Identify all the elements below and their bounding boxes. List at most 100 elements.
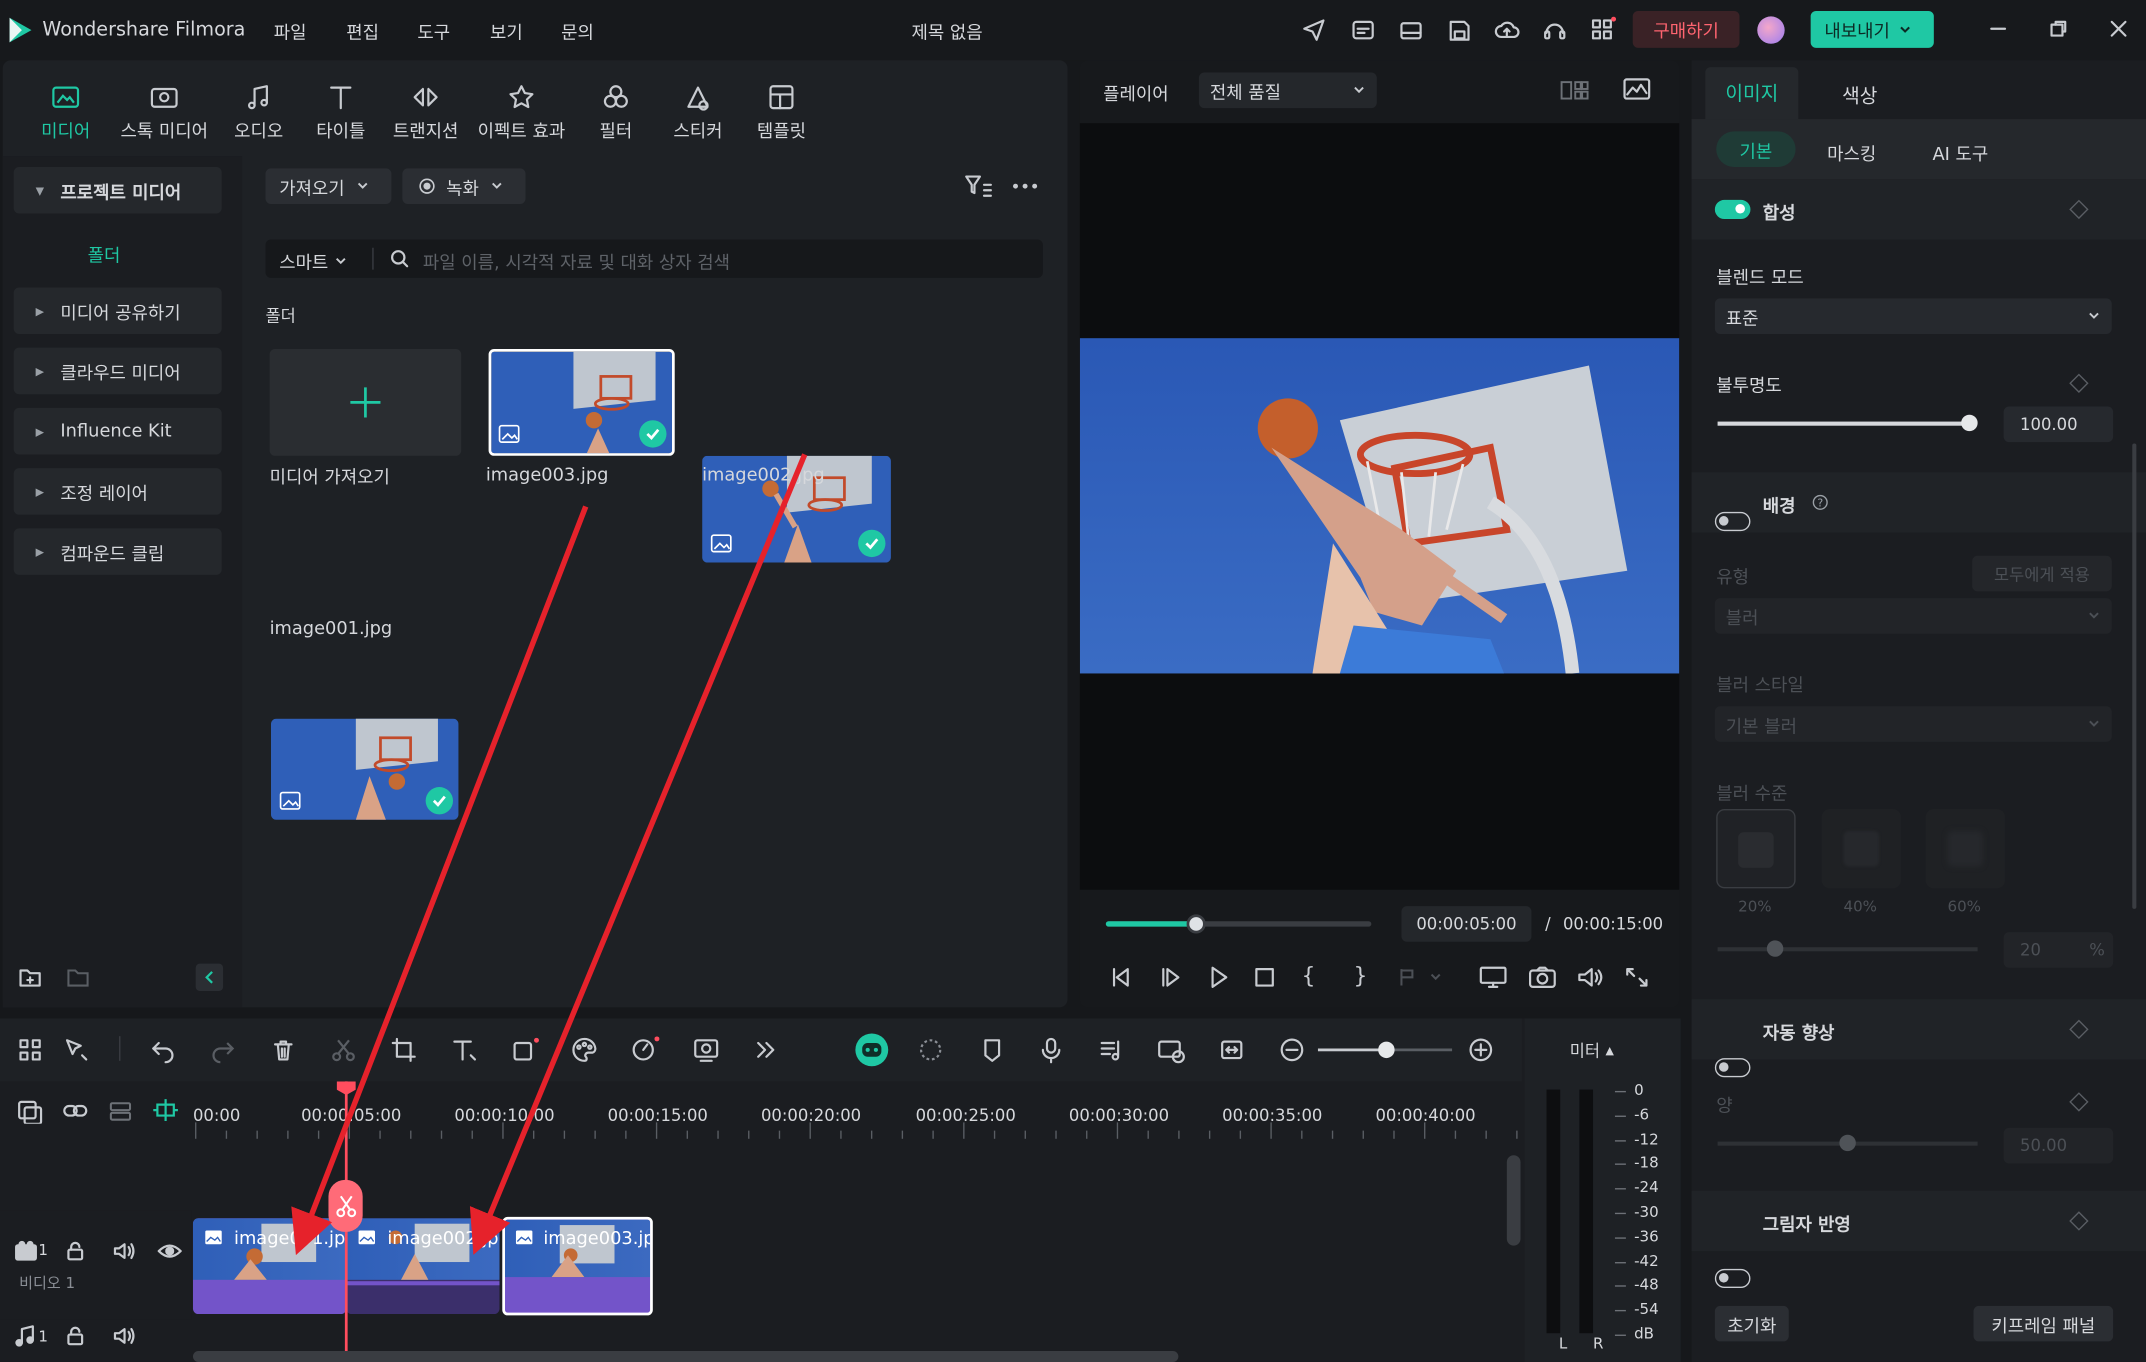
- opacity-slider[interactable]: [1717, 414, 1978, 432]
- timeline-ruler[interactable]: 00:00 00:00:05:00 00:00:10:00 00:00:15:0…: [193, 1081, 1522, 1139]
- close-icon[interactable]: [2108, 18, 2130, 40]
- volume-icon[interactable]: [1575, 965, 1605, 990]
- ai-speed-icon[interactable]: [630, 1036, 660, 1063]
- tab-image[interactable]: 이미지: [1705, 67, 1799, 120]
- sidebar-item-cloud-media[interactable]: ▶ 클라우드 미디어: [13, 347, 222, 395]
- sidebar-item-adjustment-layer[interactable]: ▶ 조정 레이어: [13, 468, 222, 515]
- crop-icon[interactable]: [390, 1036, 417, 1063]
- snap-magnet-icon[interactable]: [152, 1096, 179, 1123]
- tab-titles[interactable]: 타이틀: [304, 82, 378, 142]
- text-tool-icon[interactable]: [450, 1036, 480, 1063]
- more-tools-chevrons-icon[interactable]: [753, 1036, 778, 1063]
- help-circle-icon[interactable]: ?: [1812, 494, 1828, 510]
- marker-shield-icon[interactable]: [979, 1036, 1006, 1063]
- timeline-clip-image003[interactable]: image003.jpg: [502, 1216, 653, 1316]
- sidebar-item-influence-kit[interactable]: ▶ Influence Kit: [13, 407, 222, 455]
- layout-icon[interactable]: [1397, 16, 1424, 43]
- menu-help[interactable]: 문의: [561, 18, 594, 44]
- previous-frame-icon[interactable]: [1107, 965, 1134, 990]
- play-icon[interactable]: [1204, 965, 1231, 990]
- snapshot-camera-icon[interactable]: [1527, 965, 1557, 990]
- restore-icon[interactable]: [2047, 18, 2069, 40]
- playback-progress-handle[interactable]: [1186, 914, 1206, 934]
- keyframe-diamond-icon[interactable]: [2069, 373, 2089, 393]
- avatar[interactable]: [1757, 16, 1785, 44]
- tab-stock-media[interactable]: 스톡 미디어: [109, 82, 218, 142]
- audio-list-icon[interactable]: [1098, 1036, 1125, 1063]
- quality-dropdown[interactable]: 전체 품질: [1198, 72, 1377, 109]
- playback-progress-track[interactable]: [1105, 914, 1372, 934]
- sidebar-item-folder[interactable]: 폴더: [88, 241, 121, 267]
- composite-toggle[interactable]: [1714, 199, 1751, 220]
- export-button[interactable]: 내보내기: [1810, 10, 1934, 48]
- inspector-scrollbar[interactable]: [2132, 443, 2137, 909]
- shape-tool-icon[interactable]: [510, 1036, 540, 1063]
- media-thumbnail-image003[interactable]: [488, 349, 675, 456]
- search-input[interactable]: 파일 이름, 시각적 자료 및 대화 상자 검색: [423, 248, 730, 274]
- link-icon[interactable]: [62, 1099, 89, 1124]
- tab-filters[interactable]: 필터: [586, 82, 646, 142]
- timeline-vertical-scrollbar[interactable]: [1506, 1155, 1521, 1246]
- import-dropdown[interactable]: 가져오기: [265, 168, 392, 204]
- cloud-upload-icon[interactable]: [1493, 16, 1520, 43]
- ai-assistant-icon[interactable]: [855, 1033, 889, 1067]
- stop-icon[interactable]: [1251, 965, 1278, 990]
- more-options-icon[interactable]: [1010, 174, 1040, 199]
- picture-in-picture-icon[interactable]: [1156, 1036, 1186, 1064]
- timeline-clip-image002[interactable]: image002.jpg: [346, 1218, 500, 1315]
- microphone-icon[interactable]: [1037, 1036, 1064, 1064]
- zoom-slider[interactable]: [1317, 1041, 1453, 1059]
- auto-enhance-toggle[interactable]: [1714, 1058, 1751, 1078]
- delete-icon[interactable]: [270, 1036, 297, 1063]
- lock-icon[interactable]: [64, 1325, 86, 1347]
- tab-effects[interactable]: 이펙트 효과: [471, 82, 572, 142]
- headset-icon[interactable]: [1541, 16, 1568, 43]
- menu-edit[interactable]: 편집: [346, 18, 379, 44]
- zoom-in-icon[interactable]: [1467, 1036, 1494, 1063]
- tab-media[interactable]: 미디어: [30, 82, 101, 142]
- send-feedback-icon[interactable]: [1300, 16, 1327, 43]
- folder-move-icon[interactable]: [66, 966, 91, 988]
- blend-mode-dropdown[interactable]: 표준: [1714, 298, 2112, 334]
- filter-sort-icon[interactable]: [963, 174, 993, 199]
- sidebar-item-compound-clip[interactable]: ▶ 컴파운드 클립: [13, 528, 222, 575]
- fit-timeline-icon[interactable]: [1218, 1036, 1245, 1063]
- import-media-tile[interactable]: [269, 349, 462, 456]
- menu-file[interactable]: 파일: [274, 18, 307, 44]
- fullscreen-icon[interactable]: [1623, 965, 1650, 990]
- zoom-slider-handle[interactable]: [1378, 1041, 1395, 1059]
- background-toggle[interactable]: [1714, 511, 1751, 532]
- subtab-ai-tools[interactable]: AI 도구: [1932, 140, 1988, 166]
- sidebar-item-project-media[interactable]: ▼ 프로젝트 미디어: [13, 166, 222, 214]
- mute-speaker-icon[interactable]: [112, 1240, 137, 1262]
- buy-button[interactable]: 구매하기: [1632, 10, 1740, 48]
- subtab-masking[interactable]: 마스킹: [1827, 140, 1876, 166]
- tab-stickers[interactable]: 스티커: [665, 82, 731, 142]
- waveform-chart-icon[interactable]: [1622, 77, 1652, 102]
- add-track-icon[interactable]: [16, 1099, 43, 1124]
- record-dropdown[interactable]: 녹화: [402, 168, 526, 204]
- tab-templates[interactable]: 템플릿: [749, 82, 815, 142]
- lock-icon[interactable]: [64, 1240, 86, 1262]
- tab-audio[interactable]: 오디오: [224, 82, 292, 142]
- timeline-clip-image001[interactable]: image001.jpg: [192, 1218, 347, 1315]
- reset-button[interactable]: 초기화: [1714, 1305, 1789, 1342]
- render-preview-icon[interactable]: [917, 1036, 944, 1063]
- layout-switch-icon[interactable]: [16, 1036, 43, 1063]
- menu-tools[interactable]: 도구: [417, 18, 450, 44]
- tab-transitions[interactable]: 트랜지션: [383, 82, 468, 142]
- sidebar-item-shared-media[interactable]: ▶ 미디어 공유하기: [13, 287, 222, 334]
- keyframe-panel-button[interactable]: 키프레임 패널: [1973, 1305, 2114, 1342]
- caption-icon[interactable]: [1349, 16, 1376, 43]
- zoom-out-icon[interactable]: [1278, 1036, 1305, 1063]
- grid-view-icon[interactable]: [1559, 78, 1589, 103]
- media-thumbnail-image001[interactable]: [270, 718, 459, 820]
- new-folder-icon[interactable]: [18, 966, 43, 988]
- subtab-basic[interactable]: 기본: [1716, 131, 1796, 167]
- mute-speaker-icon[interactable]: [112, 1325, 137, 1347]
- split-clip-button[interactable]: [328, 1179, 363, 1232]
- meter-toggle[interactable]: 미터 ▲: [1570, 1039, 1614, 1062]
- shadow-toggle[interactable]: [1714, 1268, 1751, 1289]
- timeline-horizontal-scrollbar[interactable]: [192, 1351, 1179, 1362]
- apps-grid-icon[interactable]: [1589, 16, 1617, 43]
